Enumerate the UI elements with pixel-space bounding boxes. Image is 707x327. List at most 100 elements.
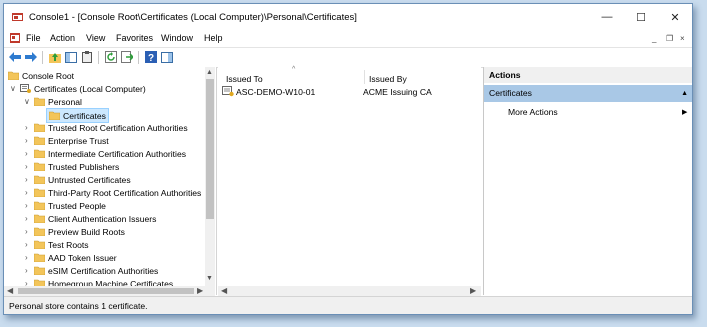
- folder-icon: [34, 266, 45, 275]
- show-hide-action-pane-icon[interactable]: [160, 50, 174, 64]
- forward-arrow-icon[interactable]: [24, 50, 38, 64]
- tree-node-store[interactable]: Client Authentication Issuers: [34, 212, 156, 225]
- menu-help[interactable]: Help: [204, 33, 223, 43]
- up-folder-icon[interactable]: [48, 50, 62, 64]
- scroll-right-icon[interactable]: ▶: [470, 286, 476, 295]
- menu-view[interactable]: View: [86, 33, 105, 43]
- tree-node-store[interactable]: Third-Party Root Certification Authoriti…: [34, 186, 201, 199]
- chevron-right-icon[interactable]: ›: [25, 188, 28, 197]
- mdi-restore-button[interactable]: ❐: [666, 34, 673, 43]
- folder-icon: [34, 149, 45, 158]
- tree-node-label: eSIM Certification Authorities: [48, 265, 159, 276]
- tree-node-store[interactable]: Intermediate Certification Authorities: [34, 147, 186, 160]
- folder-icon: [34, 123, 45, 132]
- menu-file[interactable]: File: [26, 33, 41, 43]
- sort-ascending-icon: ^: [292, 66, 296, 73]
- scroll-down-icon[interactable]: ▼: [206, 275, 213, 282]
- menu-action[interactable]: Action: [50, 33, 75, 43]
- tree-node-store[interactable]: Enterprise Trust: [34, 134, 109, 147]
- submenu-arrow-icon[interactable]: ▶: [682, 108, 687, 116]
- maximize-button[interactable]: ☐: [624, 4, 658, 30]
- close-button[interactable]: ✕: [658, 4, 692, 30]
- title-bar: Console1 - [Console Root\Certificates (L…: [4, 4, 692, 30]
- scroll-left-icon[interactable]: ◀: [221, 286, 227, 295]
- chevron-right-icon[interactable]: ›: [25, 227, 28, 236]
- export-list-icon[interactable]: [120, 50, 134, 64]
- scroll-right-icon[interactable]: ▶: [197, 286, 203, 295]
- mdi-minimize-button[interactable]: _: [652, 34, 656, 43]
- collapse-up-icon[interactable]: ▲: [681, 85, 688, 102]
- chevron-down-icon[interactable]: ∨: [24, 97, 30, 106]
- folder-icon: [34, 97, 45, 106]
- tree-pane: Console Root ∨ Certificates (Local Compu…: [4, 67, 217, 295]
- column-separator[interactable]: [364, 70, 365, 84]
- actions-pane: Actions Certificates ▲ More Actions ▶: [483, 67, 692, 295]
- folder-icon: [34, 253, 45, 262]
- more-actions-item[interactable]: More Actions: [508, 107, 558, 117]
- list-horizontal-scrollbar[interactable]: ◀ ▶: [218, 286, 481, 296]
- clipboard-icon[interactable]: [80, 50, 94, 64]
- chevron-right-icon[interactable]: ›: [25, 240, 28, 249]
- folder-icon: [49, 111, 60, 120]
- tree-hscroll-thumb[interactable]: [18, 288, 194, 294]
- column-header-issued-to[interactable]: Issued To: [226, 74, 263, 84]
- tree-vertical-scrollbar[interactable]: ▲ ▼: [205, 67, 215, 286]
- folder-icon: [8, 71, 19, 80]
- tree-node-label: Trusted Root Certification Authorities: [48, 122, 188, 133]
- tree-node-store[interactable]: Trusted People: [34, 199, 106, 212]
- menu-window[interactable]: Window: [161, 33, 193, 43]
- tree-scroll-thumb[interactable]: [206, 79, 214, 219]
- chevron-right-icon[interactable]: ›: [25, 123, 28, 132]
- actions-section-certificates[interactable]: Certificates ▲: [484, 85, 692, 102]
- tree-node-console-root[interactable]: Console Root: [8, 69, 74, 82]
- toolbar-separator: [138, 51, 139, 64]
- status-text: Personal store contains 1 certificate.: [9, 301, 148, 311]
- chevron-right-icon[interactable]: ›: [25, 201, 28, 210]
- help-icon[interactable]: ?: [144, 50, 158, 64]
- mdi-close-button[interactable]: ×: [680, 34, 685, 43]
- tree-node-store[interactable]: Preview Build Roots: [34, 225, 125, 238]
- tree-node-personal[interactable]: Personal: [34, 95, 82, 108]
- tree-node-certificates-local-computer[interactable]: Certificates (Local Computer): [20, 82, 146, 95]
- show-hide-tree-icon[interactable]: [64, 50, 78, 64]
- minimize-button[interactable]: —: [590, 4, 624, 30]
- chevron-right-icon[interactable]: ›: [25, 266, 28, 275]
- folder-icon: [34, 214, 45, 223]
- chevron-right-icon[interactable]: ›: [25, 136, 28, 145]
- scroll-left-icon[interactable]: ◀: [7, 286, 13, 295]
- chevron-right-icon[interactable]: ›: [25, 175, 28, 184]
- certificate-icon: [222, 86, 234, 97]
- tree-node-label: Client Authentication Issuers: [48, 213, 157, 224]
- chevron-down-icon[interactable]: ∨: [10, 84, 16, 93]
- tree-node-store[interactable]: Test Roots: [34, 238, 89, 251]
- menu-favorites[interactable]: Favorites: [116, 33, 153, 43]
- chevron-right-icon[interactable]: ›: [25, 214, 28, 223]
- column-header-issued-by[interactable]: Issued By: [369, 74, 407, 84]
- tree-node-label: Untrusted Certificates: [48, 174, 131, 185]
- chevron-right-icon[interactable]: ›: [25, 149, 28, 158]
- tree-node-label: AAD Token Issuer: [48, 252, 117, 263]
- table-row[interactable]: ASC-DEMO-W10-01 ACME Issuing CA: [222, 86, 432, 97]
- tree-node-store[interactable]: Trusted Root Certification Authorities: [34, 121, 188, 134]
- folder-icon: [34, 201, 45, 210]
- actions-section-label: Certificates: [489, 88, 532, 98]
- tree-node-label: Test Roots: [48, 239, 89, 250]
- folder-icon: [34, 240, 45, 249]
- folder-icon: [34, 175, 45, 184]
- folder-icon: [34, 188, 45, 197]
- results-pane: ^ Issued To Issued By ASC-DEMO-W10-01 AC…: [218, 66, 481, 295]
- chevron-right-icon[interactable]: ›: [25, 162, 28, 171]
- mmc-app-icon: [12, 13, 23, 21]
- tree-node-label: Certificates: [63, 110, 106, 121]
- tree-node-store[interactable]: Untrusted Certificates: [34, 173, 131, 186]
- scroll-up-icon[interactable]: ▲: [206, 69, 213, 76]
- console-menu-icon[interactable]: [10, 33, 20, 43]
- tree-node-store[interactable]: Trusted Publishers: [34, 160, 119, 173]
- refresh-icon[interactable]: [104, 50, 118, 64]
- chevron-right-icon[interactable]: ›: [25, 253, 28, 262]
- tree-node-store[interactable]: AAD Token Issuer: [34, 251, 117, 264]
- tree-horizontal-scrollbar[interactable]: ◀ ▶: [4, 286, 215, 296]
- tree-node-store[interactable]: eSIM Certification Authorities: [34, 264, 158, 277]
- more-actions-label: More Actions: [508, 107, 558, 117]
- back-arrow-icon[interactable]: [8, 50, 22, 64]
